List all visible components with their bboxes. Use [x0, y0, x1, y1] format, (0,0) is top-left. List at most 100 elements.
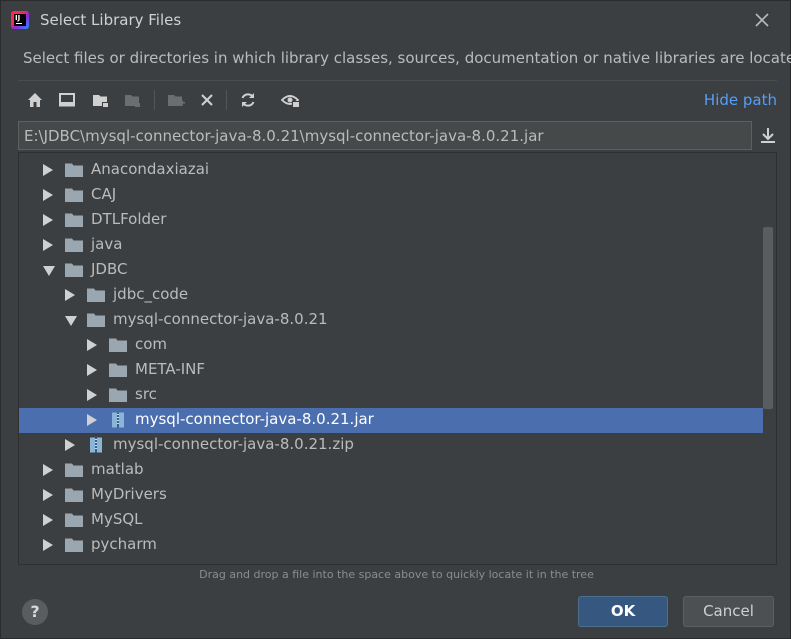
- expand-arrow-icon[interactable]: [65, 439, 75, 451]
- expand-arrow-icon[interactable]: [87, 414, 97, 426]
- ok-button[interactable]: OK: [578, 596, 668, 627]
- tree-item[interactable]: java: [19, 233, 763, 258]
- tree-item[interactable]: mysql-connector-java-8.0.21.zip: [19, 433, 763, 458]
- home-icon: [28, 93, 42, 107]
- show-hidden-icon: [281, 95, 300, 108]
- expand-arrow-icon[interactable]: [43, 514, 53, 526]
- delete-icon: [201, 94, 213, 106]
- dialog-description: Select files or directories in which lib…: [23, 49, 791, 67]
- module-folder-button[interactable]: [120, 87, 146, 113]
- tree-item[interactable]: matlab: [19, 458, 763, 483]
- toolbar-separator: [226, 90, 227, 110]
- hide-path-link[interactable]: Hide path: [704, 91, 777, 109]
- close-icon: [755, 13, 769, 27]
- folder-icon: [65, 212, 84, 228]
- tree-item-label: jdbc_code: [113, 285, 189, 303]
- expand-arrow-icon[interactable]: [65, 289, 75, 301]
- cancel-button[interactable]: Cancel: [683, 596, 774, 627]
- folder-icon: [65, 462, 84, 478]
- tree-item-label: MySQL: [91, 510, 143, 528]
- tree-item-label: MyDrivers: [91, 485, 167, 503]
- expand-arrow-icon[interactable]: [87, 389, 97, 401]
- folder-icon: [65, 512, 84, 528]
- select-library-files-dialog: IJ Select Library Files Select files or …: [0, 0, 791, 639]
- tree-item[interactable]: mysql-connector-java-8.0.21.jar: [19, 408, 763, 433]
- toolbar-separator: [154, 90, 155, 110]
- tree-item-label: JDBC: [91, 260, 128, 278]
- tree-item[interactable]: jdbc_code: [19, 283, 763, 308]
- tree-item[interactable]: CAJ: [19, 183, 763, 208]
- folder-icon: [65, 487, 84, 503]
- tree-item[interactable]: com: [19, 333, 763, 358]
- toolbar: Hide path: [18, 85, 777, 117]
- refresh-button[interactable]: [235, 87, 261, 113]
- project-folder-button[interactable]: [88, 87, 114, 113]
- archive-icon: [109, 412, 128, 428]
- tree-item-label: java: [91, 235, 123, 253]
- new-folder-button[interactable]: [163, 87, 189, 113]
- folder-icon: [65, 237, 84, 253]
- home-button[interactable]: [22, 87, 48, 113]
- expand-arrow-icon[interactable]: [43, 239, 53, 251]
- tree-item[interactable]: src: [19, 383, 763, 408]
- expand-arrow-icon[interactable]: [87, 339, 97, 351]
- folder-icon: [109, 337, 128, 353]
- expand-arrow-icon[interactable]: [43, 189, 53, 201]
- tree-scrollbar[interactable]: [763, 227, 773, 409]
- tree-item[interactable]: mysql-connector-java-8.0.21: [19, 308, 763, 333]
- project-folder-icon: [93, 95, 109, 108]
- delete-button[interactable]: [194, 87, 220, 113]
- tree-item[interactable]: DTLFolder: [19, 208, 763, 233]
- download-button[interactable]: [757, 125, 779, 147]
- help-button[interactable]: ?: [22, 599, 48, 625]
- expand-arrow-icon[interactable]: [43, 489, 53, 501]
- refresh-icon: [241, 93, 255, 107]
- folder-icon: [87, 312, 106, 328]
- archive-icon: [87, 437, 106, 453]
- dialog-title: Select Library Files: [40, 11, 182, 29]
- tree-item-label: META-INF: [135, 360, 206, 378]
- title-bar: IJ Select Library Files: [1, 1, 790, 39]
- tree-item-label: pycharm: [91, 535, 157, 553]
- folder-icon: [87, 287, 106, 303]
- collapse-arrow-icon[interactable]: [65, 316, 77, 326]
- tree-item-label: DTLFolder: [91, 210, 167, 228]
- tree-item-label: mysql-connector-java-8.0.21: [113, 310, 328, 328]
- desktop-button[interactable]: [54, 87, 80, 113]
- tree-item[interactable]: pycharm: [19, 533, 763, 558]
- expand-arrow-icon[interactable]: [43, 164, 53, 176]
- download-icon: [761, 128, 775, 143]
- tree-item-label: matlab: [91, 460, 144, 478]
- tree-item-label: CAJ: [91, 185, 117, 203]
- tree-item-label: Anacondaxiazai: [91, 160, 210, 178]
- divider: [18, 80, 777, 81]
- new-folder-icon: [168, 95, 185, 106]
- folder-icon: [65, 262, 84, 278]
- tree-item[interactable]: META-INF: [19, 358, 763, 383]
- desktop-icon: [59, 93, 75, 107]
- folder-icon: [65, 162, 84, 178]
- tree-item-label: com: [135, 335, 168, 353]
- expand-arrow-icon[interactable]: [87, 364, 97, 376]
- tree-item[interactable]: MySQL: [19, 508, 763, 533]
- folder-icon: [65, 537, 84, 553]
- file-tree[interactable]: Anacondaxiazai CAJ DTLFolder java JDBC jdbc_c…: [18, 152, 777, 565]
- expand-arrow-icon[interactable]: [43, 214, 53, 226]
- folder-icon: [109, 362, 128, 378]
- path-input[interactable]: [18, 121, 752, 150]
- tree-item-label: src: [135, 385, 157, 403]
- tree-item-label: mysql-connector-java-8.0.21.zip: [113, 435, 354, 453]
- intellij-app-icon: IJ: [11, 11, 29, 29]
- folder-icon: [109, 387, 128, 403]
- expand-arrow-icon[interactable]: [43, 539, 53, 551]
- module-folder-icon: [125, 95, 140, 107]
- tree-item[interactable]: JDBC: [19, 258, 763, 283]
- tree-item[interactable]: MyDrivers: [19, 483, 763, 508]
- tree-item[interactable]: Anacondaxiazai: [19, 158, 763, 183]
- expand-arrow-icon[interactable]: [43, 464, 53, 476]
- collapse-arrow-icon[interactable]: [43, 266, 55, 276]
- tree-item-label: mysql-connector-java-8.0.21.jar: [135, 410, 374, 428]
- drag-drop-hint: Drag and drop a file into the space abov…: [199, 568, 594, 581]
- show-hidden-button[interactable]: [278, 87, 304, 113]
- close-button[interactable]: [751, 9, 773, 31]
